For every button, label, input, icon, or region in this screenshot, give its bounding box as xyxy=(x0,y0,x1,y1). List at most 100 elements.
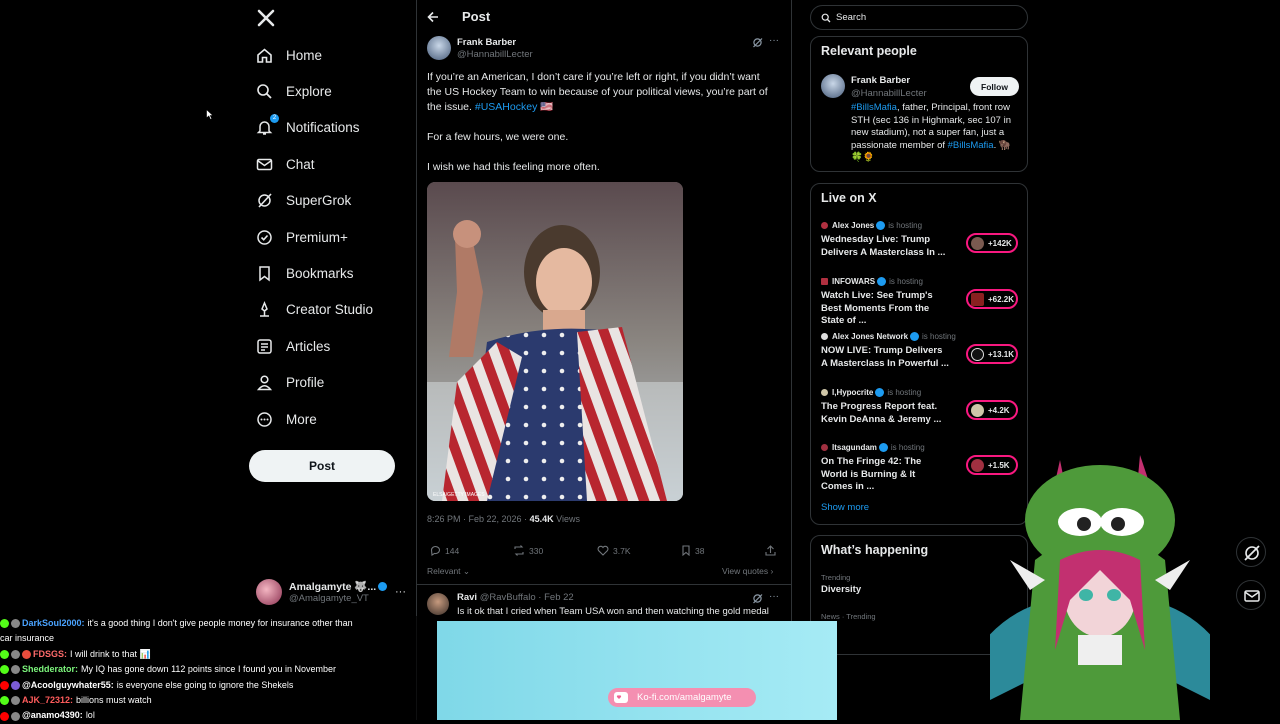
post-text: I wish we had this feeling more often. xyxy=(427,161,600,173)
live-title-text: The Progress Report feat. Kevin DeAnna &… xyxy=(821,401,942,425)
live-item[interactable]: Alex Jones is hosting Wednesday Live: Tru… xyxy=(821,221,1021,269)
chat-username: AJK_72312: xyxy=(22,695,74,706)
like-button[interactable]: 3.7K xyxy=(597,545,631,556)
more-dots-icon[interactable]: ··· xyxy=(395,586,406,598)
hosting-label: is hosting xyxy=(887,388,922,397)
search-icon xyxy=(256,83,273,100)
hashtag-link[interactable]: #USAHockey 🇺🇸 xyxy=(475,101,553,113)
hashtag-link[interactable]: #BillsMafia xyxy=(851,102,897,113)
chat-username: DarkSoul2000: xyxy=(22,618,85,628)
grok-floating-button[interactable] xyxy=(1236,537,1266,567)
reply-handle[interactable]: @RavBuffalo · Feb 22 xyxy=(480,592,574,603)
live-item[interactable]: Alex Jones Network is hosting NOW LIVE: T… xyxy=(821,332,1021,380)
column-divider-left xyxy=(416,0,417,720)
host-name: Itsagundam xyxy=(832,443,877,452)
reply-count: 144 xyxy=(445,545,460,556)
more-dots-icon[interactable]: ··· xyxy=(769,35,779,46)
show-more-link[interactable]: Show more xyxy=(821,502,869,513)
x-logo-icon[interactable] xyxy=(256,8,276,28)
hashtag-link[interactable]: #BillsMafia xyxy=(948,140,994,151)
chat-message: FDSGS: I will drink to that 📊 xyxy=(0,647,437,662)
account-switcher[interactable]: Amalgamyte 🐺... @Amalgamyte_VT ··· xyxy=(256,578,406,606)
chat-text: lol xyxy=(85,710,95,721)
view-quotes-link[interactable]: View quotes › xyxy=(722,566,773,576)
live-item[interactable]: INFOWARS is hosting Watch Live: See Trump… xyxy=(821,277,1021,326)
user-badge-icon xyxy=(11,696,20,706)
sidebar-item-supergrok[interactable]: SuperGrok xyxy=(248,183,408,219)
back-arrow-icon[interactable] xyxy=(427,11,439,23)
live-item[interactable]: I,Hypocrite is hosting The Progress Repor… xyxy=(821,388,1021,436)
user-badge-icon xyxy=(11,665,20,675)
live-title-text: On The Fringe 42: The World is Burning &… xyxy=(821,456,922,492)
youtube-badge-icon xyxy=(0,680,9,690)
live-title: Live on X xyxy=(821,191,877,205)
listener-pill[interactable]: +62.2K xyxy=(966,289,1018,309)
youtube-badge-icon xyxy=(0,711,9,721)
bookmark-icon xyxy=(256,265,273,282)
more-dots-icon[interactable]: ··· xyxy=(769,591,779,602)
sidebar-item-explore[interactable]: Explore xyxy=(248,73,408,109)
reply-avatar[interactable] xyxy=(427,593,449,615)
sidebar-item-profile[interactable]: Profile xyxy=(248,365,408,401)
sidebar-item-label: Articles xyxy=(286,338,331,354)
author-handle[interactable]: @HannabillLecter xyxy=(457,49,533,60)
sidebar-item-label: Premium+ xyxy=(286,229,348,245)
profile-icon xyxy=(256,374,273,391)
sidebar-item-bookmarks[interactable]: Bookmarks xyxy=(248,255,408,291)
reply-author-name[interactable]: Ravi xyxy=(457,592,477,603)
post-time[interactable]: 8:26 PM · Feb 22, 2026 · xyxy=(427,514,527,524)
bookmark-button[interactable]: 38 xyxy=(681,545,704,556)
listener-pill[interactable]: +4.2K xyxy=(966,400,1018,420)
sort-label: Relevant xyxy=(427,566,461,576)
author-avatar[interactable] xyxy=(427,36,451,60)
mail-icon xyxy=(256,156,273,173)
sidebar-item-premium[interactable]: Premium+ xyxy=(248,219,408,255)
avatar xyxy=(971,347,984,361)
mouse-cursor-icon xyxy=(206,109,214,120)
person-handle[interactable]: @HannabillLecter xyxy=(851,88,927,99)
compose-post-button[interactable]: Post xyxy=(249,450,395,482)
post-photo[interactable]: ELSA/GETTY IMAGES xyxy=(427,182,683,501)
page-title: Post xyxy=(462,9,491,24)
sidebar-item-home[interactable]: Home xyxy=(248,37,408,73)
messages-floating-button[interactable] xyxy=(1236,580,1266,610)
chat-message: Shedderator: My IQ has gone down 112 poin… xyxy=(0,662,437,677)
host-avatar xyxy=(821,278,828,285)
listener-pill[interactable]: +142K xyxy=(966,233,1018,253)
kofi-link-text: Ko-fi.com/amalgamyte xyxy=(637,692,732,703)
grok-icon[interactable] xyxy=(752,37,763,48)
user-badge-icon xyxy=(11,650,20,660)
reply-button[interactable]: 144 xyxy=(430,545,459,556)
share-button[interactable] xyxy=(765,545,780,556)
bookmark-icon xyxy=(682,545,690,556)
avatar[interactable] xyxy=(821,74,845,98)
chat-username: FDSGS: xyxy=(33,648,68,659)
sidebar-item-label: Bookmarks xyxy=(286,266,354,282)
reply-sort-dropdown[interactable]: Relevant ⌄ xyxy=(427,566,470,577)
repost-button[interactable]: 330 xyxy=(513,545,543,556)
chat-message: @Acoolguywhater55: is everyone else going… xyxy=(0,678,437,693)
repost-count: 330 xyxy=(529,545,544,556)
avatar xyxy=(971,292,984,306)
sidebar-item-creator-studio[interactable]: Creator Studio xyxy=(248,292,408,328)
grok-icon[interactable] xyxy=(752,593,763,604)
person-name[interactable]: Frank Barber xyxy=(851,75,910,86)
sidebar-item-chat[interactable]: Chat xyxy=(248,146,408,182)
sidebar-item-more[interactable]: More xyxy=(248,401,408,437)
hosting-label: is hosting xyxy=(890,443,925,452)
follow-button[interactable]: Follow xyxy=(970,77,1019,96)
listener-pill[interactable]: +13.1K xyxy=(966,344,1018,364)
listener-count: +142K xyxy=(988,238,1012,248)
sidebar-item-notifications[interactable]: 2 Notifications xyxy=(248,110,408,146)
trend-item[interactable]: Diversity xyxy=(821,584,861,595)
view-quotes-label: View quotes xyxy=(722,566,769,576)
grok-icon xyxy=(256,192,273,209)
bell-icon: 2 xyxy=(256,114,279,136)
vtuber-avatar-image xyxy=(990,450,1210,720)
search-input[interactable]: Search xyxy=(810,5,1028,30)
sidebar-item-label: Chat xyxy=(286,156,315,172)
author-name[interactable]: Frank Barber xyxy=(457,37,516,48)
reply-icon xyxy=(430,545,440,556)
chat-text: is everyone else going to ignore the She… xyxy=(116,679,294,690)
sidebar-item-articles[interactable]: Articles xyxy=(248,328,408,364)
